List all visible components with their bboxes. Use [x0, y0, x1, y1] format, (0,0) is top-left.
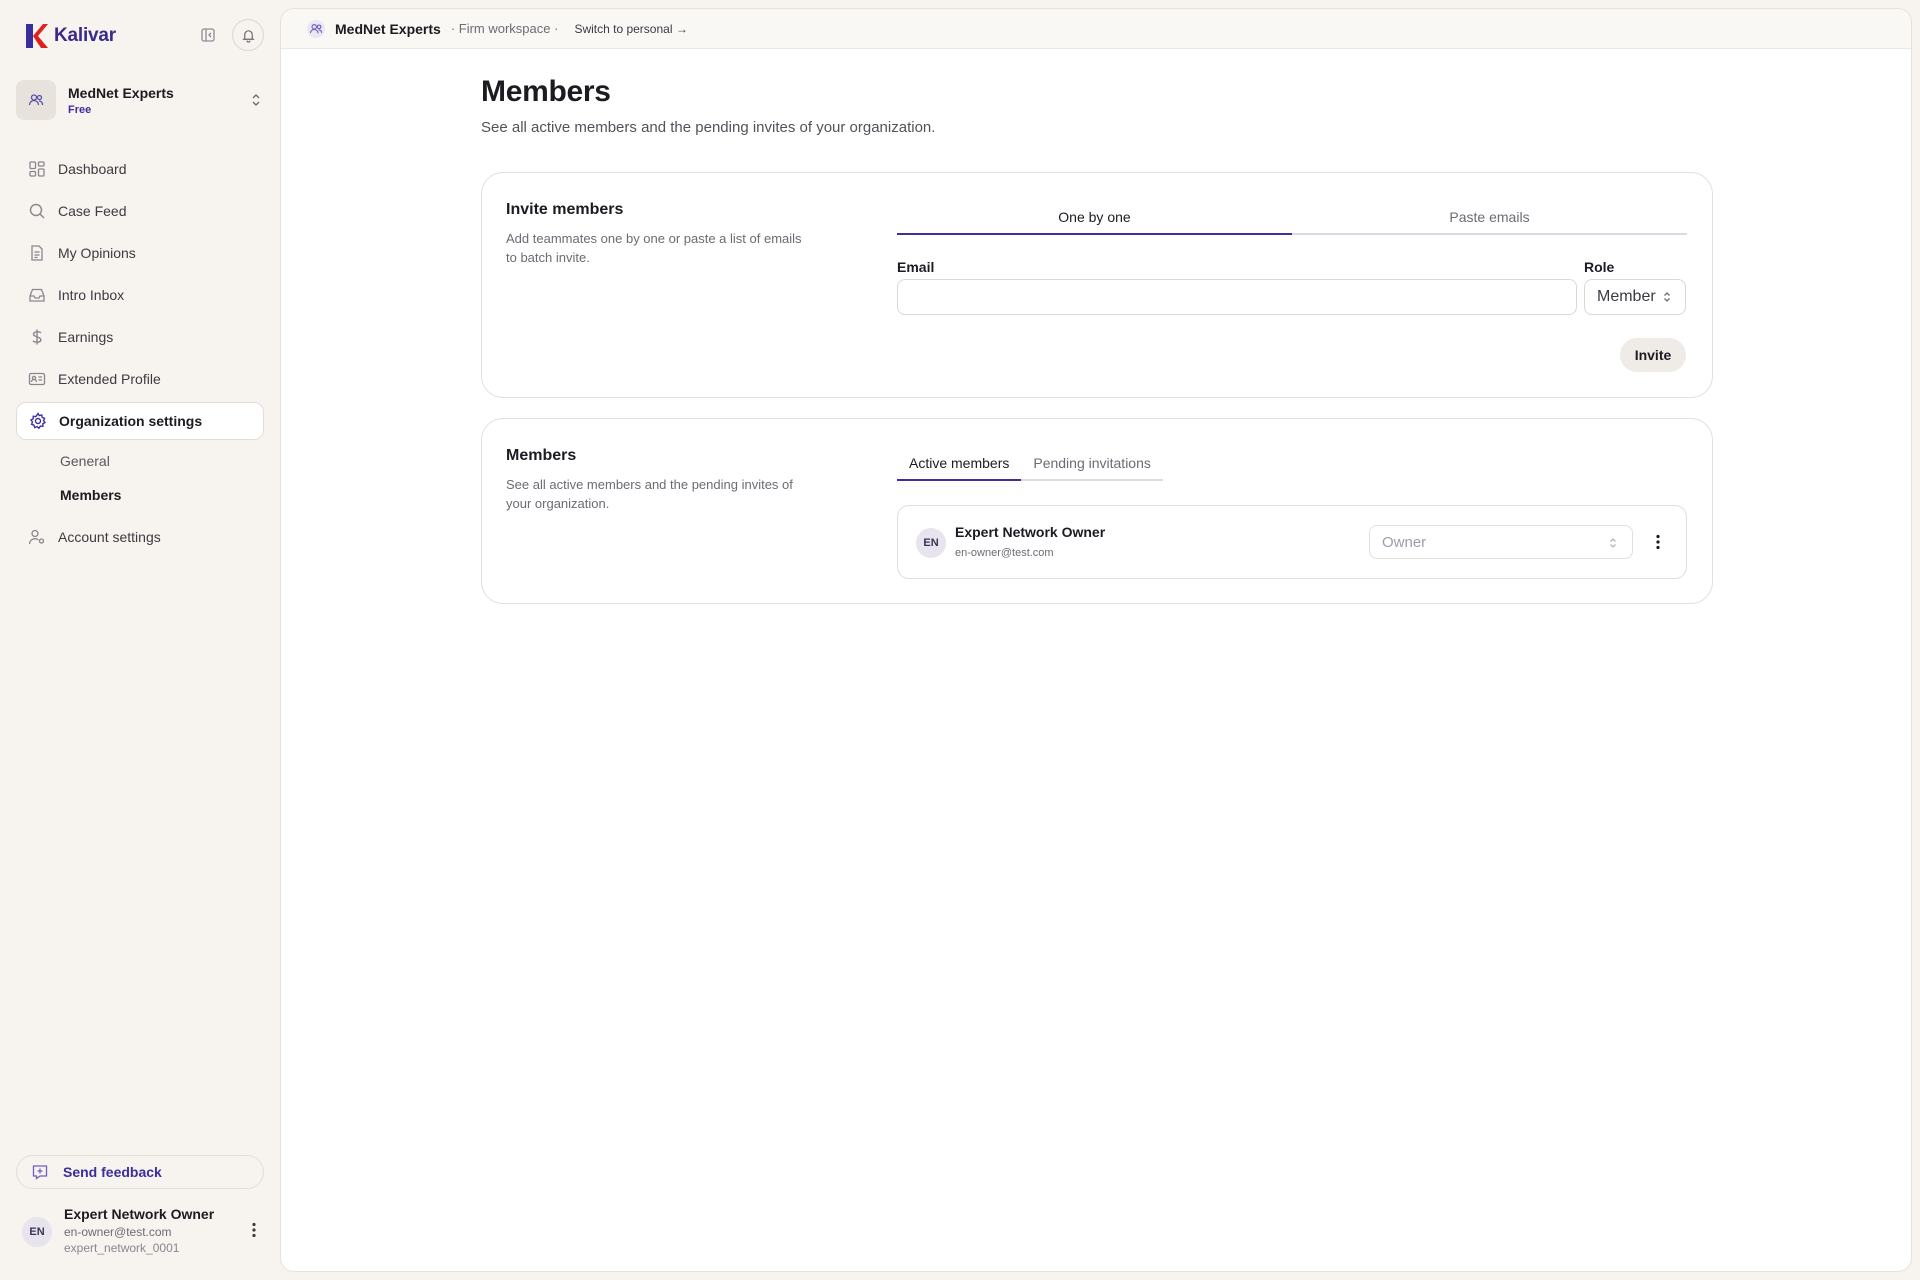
member-role-select[interactable]: Owner	[1369, 525, 1633, 559]
members-card-description: See all active members and the pending i…	[506, 477, 793, 511]
sidebar-item-label: Account settings	[58, 529, 161, 545]
org-name: MedNet Experts	[68, 84, 174, 101]
collapse-sidebar-button[interactable]	[198, 25, 218, 45]
invite-card-description: Add teammates one by one or paste a list…	[506, 231, 802, 265]
users-icon	[307, 19, 325, 38]
member-name: Expert Network Owner	[955, 524, 1106, 540]
subnav-item-label: General	[60, 453, 110, 469]
gear-icon	[29, 412, 47, 430]
kalivar-logo-icon	[26, 24, 48, 48]
table-row: EN Expert Network Owner en-owner@test.co…	[897, 505, 1687, 579]
avatar: EN	[22, 1217, 52, 1247]
search-icon	[29, 203, 45, 219]
sidebar-item-label: Case Feed	[58, 203, 127, 219]
org-avatar	[16, 80, 56, 120]
tab-paste-emails[interactable]: Paste emails	[1292, 201, 1687, 233]
sidebar-item-label: Intro Inbox	[58, 287, 125, 303]
sidebar-item-label: Extended Profile	[58, 371, 161, 387]
chevron-up-down-icon	[1610, 538, 1616, 548]
notifications-button[interactable]	[232, 19, 264, 51]
members-tabs: Active members Pending invitations	[897, 447, 1163, 481]
brand-name: Kalivar	[54, 25, 116, 46]
sidebar-item-earnings[interactable]: Earnings	[16, 318, 264, 356]
email-label: Email	[897, 259, 935, 275]
more-vertical-icon[interactable]	[1648, 532, 1668, 552]
page-title: Members	[481, 75, 611, 108]
user-name: Expert Network Owner	[64, 1206, 215, 1222]
page-subtitle: See all active members and the pending i…	[481, 119, 936, 136]
brand[interactable]: Kalivar	[24, 22, 264, 50]
members-card: Members See all active members and the p…	[481, 418, 1713, 604]
tab-active-members[interactable]: Active members	[897, 447, 1022, 481]
org-plan: Free	[68, 103, 92, 116]
sidebar-item-label: Organization settings	[59, 413, 203, 429]
invite-mode-tabs: One by one Paste emails	[897, 201, 1687, 235]
sidebar-item-label: My Opinions	[58, 245, 136, 261]
invite-card-title: Invite members	[506, 201, 624, 218]
role-select[interactable]: Member	[1584, 279, 1686, 315]
tab-pending-invitations[interactable]: Pending invitations	[1021, 447, 1163, 479]
members-card-title: Members	[506, 447, 577, 464]
sidebar-item-label: Earnings	[58, 329, 114, 345]
send-feedback-label: Send feedback	[63, 1164, 162, 1180]
document-icon	[31, 245, 43, 261]
chevron-up-down-icon	[252, 94, 260, 106]
subnav-item-members[interactable]: Members	[16, 478, 264, 512]
sidebar-item-label: Dashboard	[58, 161, 127, 177]
users-icon	[28, 94, 44, 106]
workspace-name: MedNet Experts	[335, 20, 441, 37]
sidebar-item-case-feed[interactable]: Case Feed	[16, 192, 264, 230]
sidebar-item-dashboard[interactable]: Dashboard	[16, 150, 264, 188]
member-email: en-owner@test.com	[955, 547, 1054, 559]
sidebar-item-my-opinions[interactable]: My Opinions	[16, 234, 264, 272]
inbox-icon	[29, 288, 45, 302]
sidebar-item-extended-profile[interactable]: Extended Profile	[16, 360, 264, 398]
grid-icon	[29, 161, 45, 177]
sidebar: Kalivar MedNet Experts Free Dashboard Ca…	[0, 0, 280, 1280]
role-label: Role	[1584, 259, 1615, 275]
switch-to-personal-link[interactable]: Switch to personal →	[574, 22, 687, 36]
user-settings-icon	[28, 529, 45, 545]
invite-button[interactable]: Invite	[1620, 338, 1686, 372]
invite-members-card: Invite members Add teammates one by one …	[481, 172, 1713, 398]
user-card: EN Expert Network Owner en-owner@test.co…	[22, 1206, 266, 1260]
subnav-item-general[interactable]: General	[16, 444, 264, 478]
main-panel: MedNet Experts · Firm workspace · Switch…	[280, 8, 1912, 1272]
chevron-up-down-icon	[1663, 292, 1670, 302]
feedback-icon	[32, 1165, 48, 1180]
sidebar-item-intro-inbox[interactable]: Intro Inbox	[16, 276, 264, 314]
workspace-kind: · Firm workspace ·	[450, 21, 559, 36]
org-settings-subnav: General Members	[16, 444, 264, 512]
more-vertical-icon[interactable]	[244, 1220, 264, 1240]
dollar-icon	[32, 329, 42, 345]
user-handle: expert_network_0001	[64, 1241, 180, 1255]
sidebar-item-organization-settings[interactable]: Organization settings	[16, 402, 264, 440]
email-field[interactable]	[897, 279, 1577, 315]
sidebar-collapse-icon	[201, 28, 215, 42]
send-feedback-button[interactable]: Send feedback	[16, 1155, 264, 1189]
member-role-value: Owner	[1382, 533, 1427, 551]
sidebar-item-account-settings[interactable]: Account settings	[16, 518, 264, 556]
sidebar-nav: Dashboard Case Feed My Opinions Intro In…	[16, 150, 264, 560]
subnav-item-label: Members	[60, 487, 122, 503]
workspace-bar: MedNet Experts · Firm workspace · Switch…	[281, 9, 1911, 49]
avatar: EN	[916, 528, 946, 558]
bell-icon	[241, 29, 255, 43]
id-card-icon	[28, 372, 46, 386]
role-select-value: Member	[1597, 288, 1656, 305]
org-switcher[interactable]: MedNet Experts Free	[16, 80, 266, 120]
user-email: en-owner@test.com	[64, 1225, 172, 1239]
tab-one-by-one[interactable]: One by one	[897, 201, 1292, 235]
